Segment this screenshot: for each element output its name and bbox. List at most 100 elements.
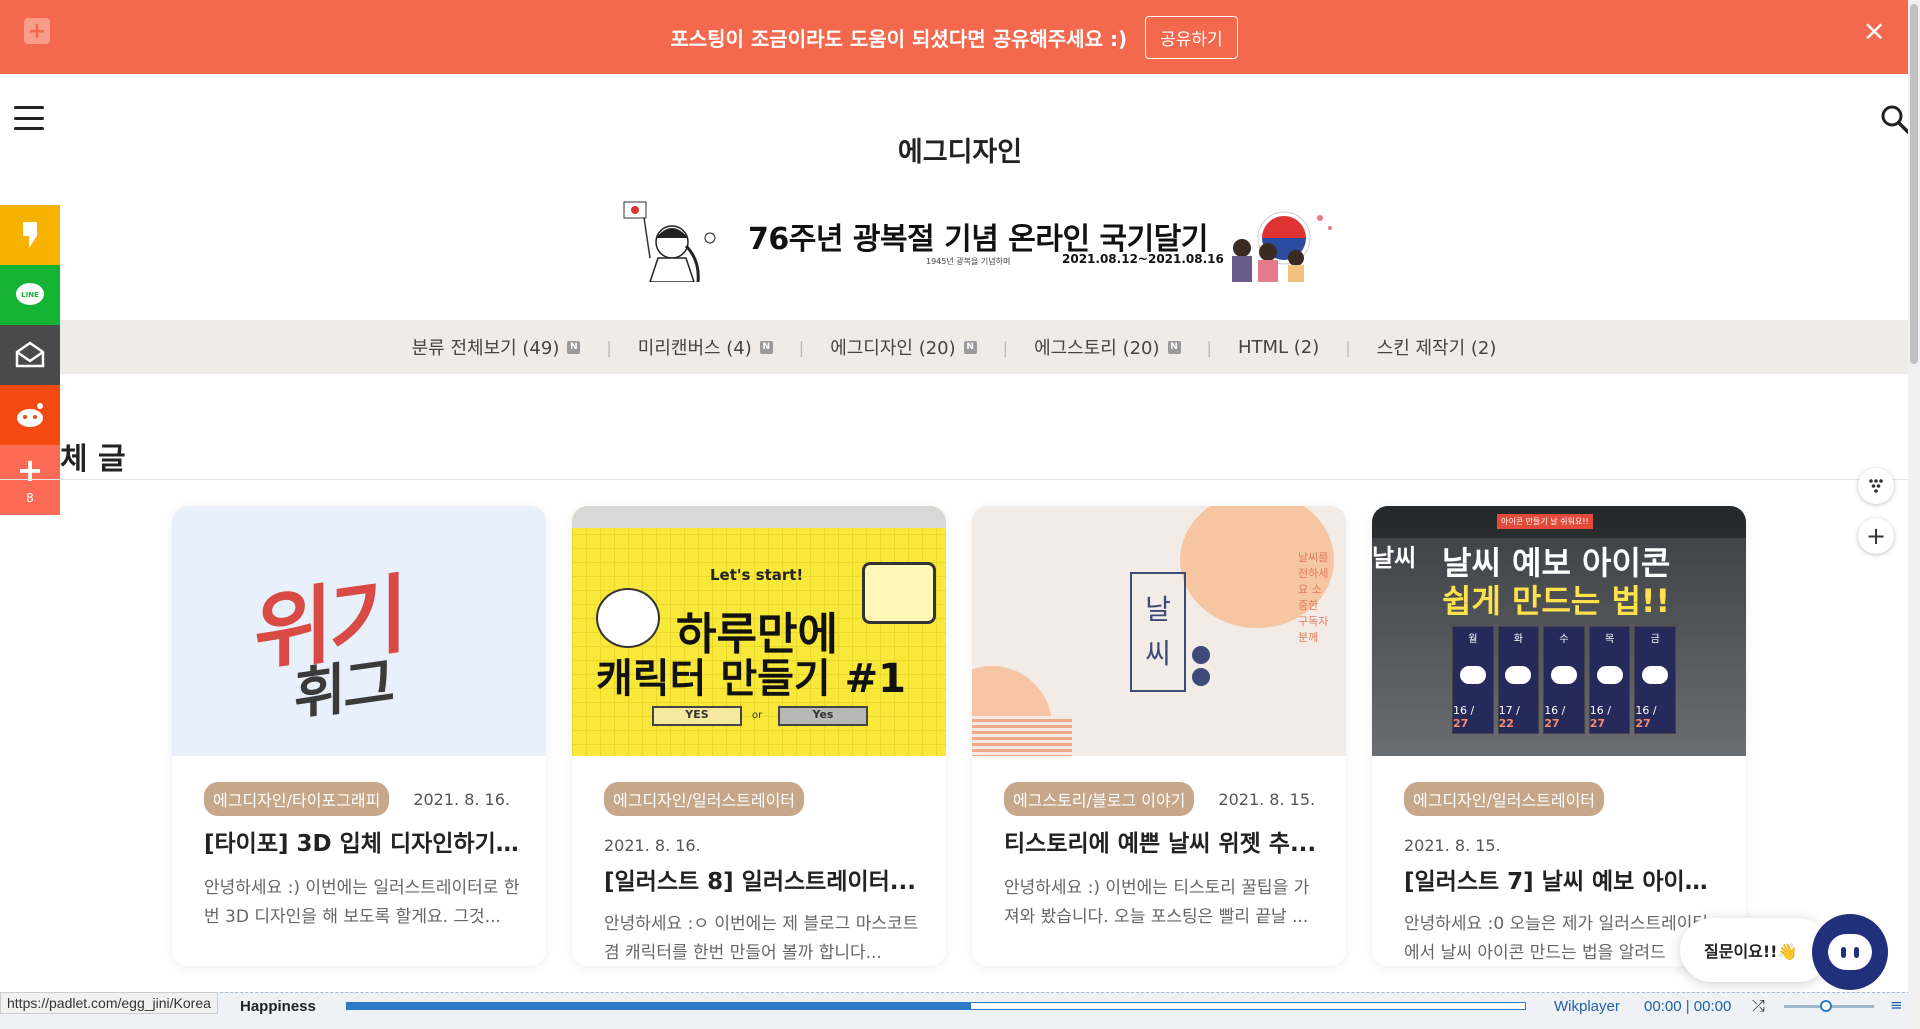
new-badge: N — [1167, 340, 1181, 354]
forecast-day: 금 16 / 27 — [1634, 626, 1676, 734]
liberation-day-banner[interactable]: 76주년 광복절 기념 온라인 국기달기 1945년 광복을 기념하며 2021… — [620, 194, 1340, 286]
plus-icon[interactable]: + — [24, 18, 50, 44]
tablet-illustration — [862, 562, 936, 624]
post-meta: 에그디자인/일러스트레이터 — [604, 782, 922, 816]
plus-icon: + — [16, 451, 44, 489]
scrollbar[interactable] — [1908, 0, 1920, 1029]
post-title[interactable]: [일러스트 7] 날씨 예보 아이콘... — [1404, 862, 1722, 896]
chat-label: 질문이요!!👋 — [1704, 942, 1798, 961]
track-title[interactable]: Happiness — [240, 998, 316, 1015]
line-share-button[interactable]: LINE — [0, 265, 60, 325]
playlist-icon[interactable]: ≡ — [1890, 996, 1903, 1014]
reddit-icon — [17, 403, 43, 427]
share-banner: + 포스팅이 조금이라도 도움이 되셨다면 공유해주세요 :) 공유하기 × — [0, 0, 1908, 74]
post-card[interactable]: 위기 휘그 에그디자인/타이포그래피 2021. 8. 16. [타이포] 3D… — [172, 506, 546, 966]
category-label: 미리캔버스 (4) — [637, 338, 752, 359]
post-date: 2021. 8. 16. — [604, 836, 701, 855]
post-title[interactable]: 티스토리에 예쁜 날씨 위젯 추... — [1004, 824, 1322, 858]
status-url: https://padlet.com/egg_jini/Korea — [0, 992, 218, 1014]
scrollbar-thumb[interactable] — [1910, 4, 1918, 364]
divider — [0, 479, 1908, 480]
post-thumbnail[interactable]: 날씨 날씨를 전하세요 소중한 구독자분께 — [972, 506, 1346, 756]
category-label: 스킨 제작기 (2) — [1376, 338, 1497, 359]
category-tag[interactable]: 에그디자인/일러스트레이터 — [1404, 782, 1605, 816]
player-time: 00:00 | 00:00 — [1644, 998, 1732, 1015]
volume-slider[interactable] — [1784, 1000, 1874, 1012]
category-egg-design[interactable]: 에그디자인 (20) N — [804, 334, 1002, 360]
post-thumbnail[interactable]: 위기 휘그 — [172, 506, 546, 756]
category-skin[interactable]: 스킨 제작기 (2) — [1351, 334, 1523, 360]
cloud-rain-icon — [1596, 665, 1623, 684]
menu-icon[interactable] — [14, 106, 44, 130]
email-icon — [15, 341, 45, 368]
share-message: 포스팅이 조금이라도 도움이 되셨다면 공유해주세요 :) — [670, 26, 1128, 51]
progress-bar[interactable] — [346, 1002, 1526, 1010]
thumb-text: 쉽게 만드는 법!! — [1442, 582, 1671, 620]
dots-icon — [1869, 479, 1883, 493]
progress-fill — [347, 1003, 972, 1009]
post-date: 2021. 8. 15. — [1404, 836, 1501, 855]
category-tag[interactable]: 에그스토리/블로그 이야기 — [1004, 782, 1195, 816]
post-card[interactable]: Let's start! 하루만에 캐릭터 만들기 #1 YES or Yes … — [572, 506, 946, 966]
new-badge: N — [759, 340, 773, 354]
category-html[interactable]: HTML (2) — [1212, 337, 1345, 358]
share-count: 8 — [26, 491, 34, 505]
thumb-text: or — [752, 710, 763, 721]
post-excerpt: 안녕하세요 :ㅇ 이번에는 제 블로그 마스코트 겸 캐릭터를 한번 만들어 볼… — [604, 914, 919, 963]
category-egg-story[interactable]: 에그스토리 (20) N — [1008, 334, 1206, 360]
chat-button[interactable] — [1812, 914, 1888, 990]
plus-icon: + — [1865, 522, 1887, 550]
thumb-text: Let's start! — [710, 566, 804, 584]
close-icon[interactable]: × — [1863, 14, 1886, 47]
category-tag[interactable]: 에그디자인/일러스트레이터 — [604, 782, 805, 816]
category-label: HTML (2) — [1237, 336, 1320, 358]
kakao-share-button[interactable] — [0, 205, 60, 265]
category-all[interactable]: 분류 전체보기 (49) N — [386, 334, 607, 360]
post-meta: 에그디자인/일러스트레이터 — [1404, 782, 1722, 816]
post-meta: 에그스토리/블로그 이야기 2021. 8. 15. — [1004, 782, 1322, 816]
share-button[interactable]: 공유하기 — [1145, 15, 1238, 59]
post-card[interactable]: 아이콘 만들기 날 쉬워요!! 날씨 날씨 예보 아이콘 쉽게 만드는 법!! … — [1372, 506, 1746, 966]
more-share-button[interactable]: + 8 — [0, 445, 60, 515]
chat-prompt[interactable]: 질문이요!!👋 — [1680, 918, 1830, 982]
grid-menu-button[interactable] — [1858, 468, 1894, 504]
forecast-day: 수 16 / 27 — [1543, 626, 1585, 734]
post-excerpt: 안녕하세요 :) 이번에는 티스토리 꿀팁을 가져와 봤습니다. 오늘 포스팅은… — [1004, 878, 1310, 927]
thumb-text: YES — [652, 706, 742, 726]
category-tag[interactable]: 에그디자인/타이포그래피 — [204, 782, 390, 816]
line-icon: LINE — [16, 283, 44, 305]
new-badge: N — [567, 340, 581, 354]
thumb-text: 씨 — [1145, 637, 1171, 670]
email-share-button[interactable] — [0, 325, 60, 385]
reddit-share-button[interactable] — [0, 385, 60, 445]
thumb-text: 날씨 — [1372, 544, 1417, 572]
cloud-rain-icon — [1459, 665, 1486, 684]
post-card[interactable]: 날씨 날씨를 전하세요 소중한 구독자분께 에그스토리/블로그 이야기 2021… — [972, 506, 1346, 966]
cloud-lightning-icon — [1550, 665, 1577, 684]
post-title[interactable]: [일러스트 8] 일러스트레이터... — [604, 862, 922, 896]
post-excerpt: 안녕하세요 :0 오늘은 제가 일러스트레이터 에서 날씨 아이콘 만드는 법을… — [1404, 914, 1709, 963]
shuffle-icon[interactable]: ⤮ — [1752, 996, 1765, 1016]
dot-badge — [1192, 646, 1210, 664]
volume-knob[interactable] — [1820, 1000, 1832, 1012]
post-date: 2021. 8. 16. — [413, 789, 510, 809]
plus-button[interactable]: + — [1858, 518, 1894, 554]
thumb-text: 아이콘 만들기 날 쉬워요!! — [1497, 514, 1593, 529]
category-miricanvas[interactable]: 미리캔버스 (4) N — [612, 334, 799, 360]
post-title[interactable]: [타이포] 3D 입체 디자인하기 /... — [204, 824, 522, 858]
thumb-text: Yes — [778, 706, 868, 726]
category-nav: 분류 전체보기 (49) N | 미리캔버스 (4) N | 에그디자인 (20) N… — [0, 320, 1908, 374]
category-label: 분류 전체보기 (49) — [411, 338, 560, 359]
thumb-text: 휘그 — [294, 650, 394, 729]
weather-frame: 날씨 — [1130, 572, 1186, 692]
site-title[interactable]: 에그디자인 — [0, 130, 1920, 169]
family-with-flag-illustration — [1232, 211, 1332, 282]
forecast-day: 화 17 / 22 — [1497, 626, 1540, 734]
post-date: 2021. 8. 15. — [1218, 789, 1316, 809]
player-name[interactable]: Wikplayer — [1554, 998, 1620, 1015]
post-thumbnail[interactable]: 아이콘 만들기 날 쉬워요!! 날씨 날씨 예보 아이콘 쉽게 만드는 법!! … — [1372, 506, 1746, 756]
post-thumbnail[interactable]: Let's start! 하루만에 캐릭터 만들기 #1 YES or Yes — [572, 506, 946, 756]
thumb-text: 캐릭터 만들기 #1 — [596, 656, 906, 702]
thumb-text: 날 — [1145, 593, 1171, 626]
forecast-day: 목 16 / 27 — [1588, 626, 1631, 734]
